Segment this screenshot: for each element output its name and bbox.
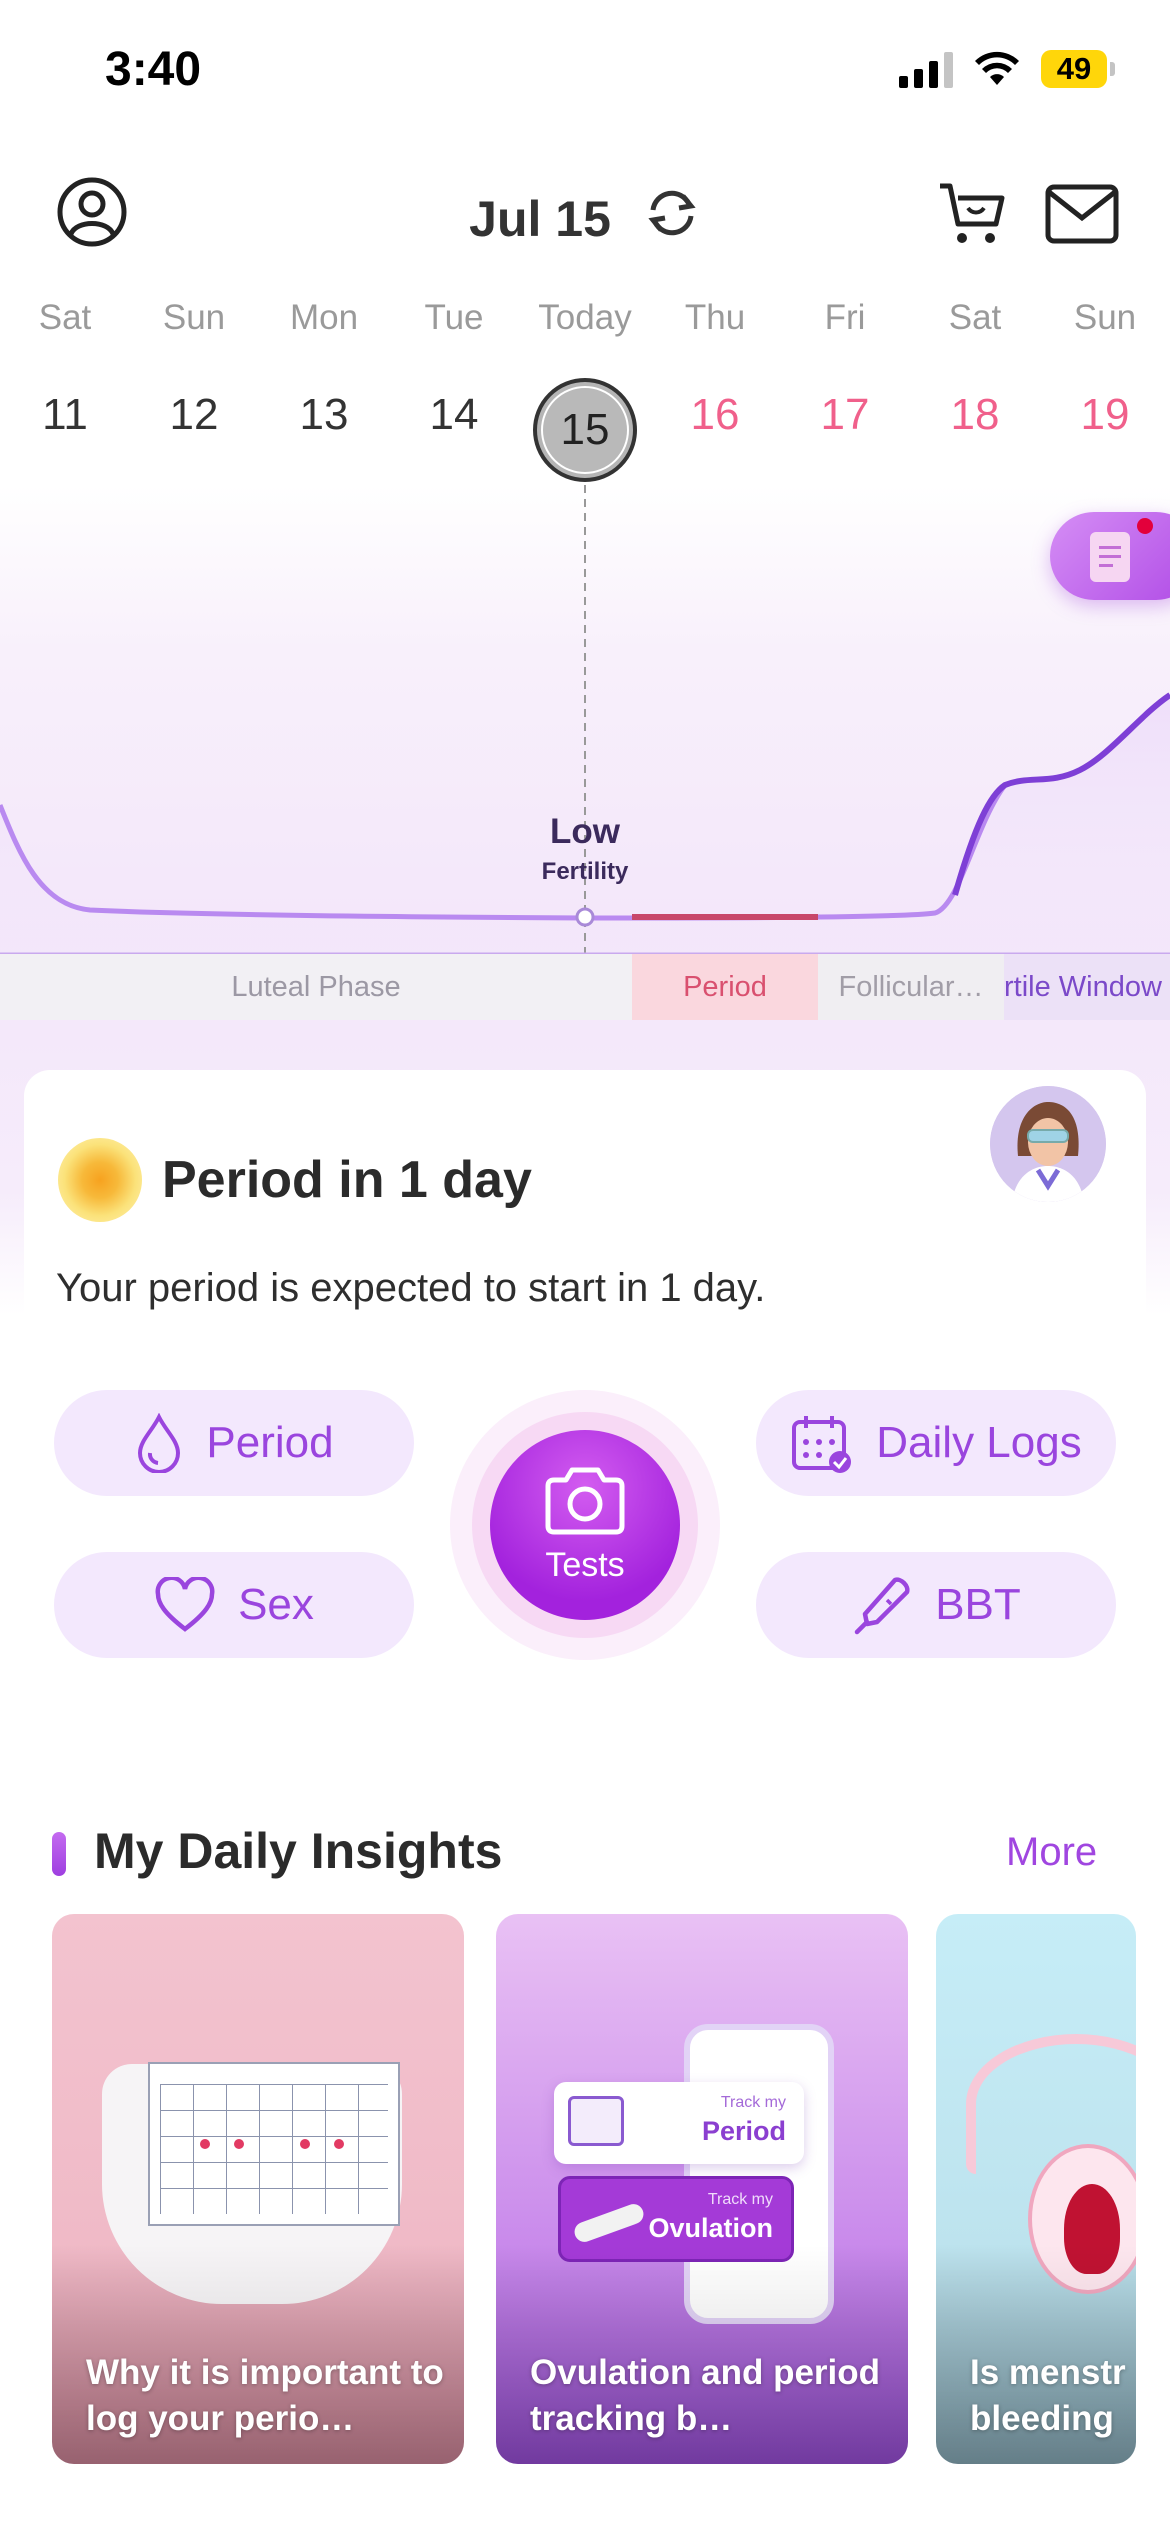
- day-number: 14: [429, 390, 479, 439]
- insight-tile[interactable]: Why it is important to log your perio…: [52, 1914, 464, 2464]
- today-date-circle[interactable]: 15: [533, 378, 637, 482]
- day-name: Today: [538, 298, 632, 337]
- today-point: [575, 907, 595, 927]
- insight-caption: Why it is important to log your perio…: [86, 2353, 444, 2438]
- phase-follicular: Follicular…: [818, 954, 1004, 1020]
- today-date-number: 15: [541, 386, 629, 474]
- insights-title: My Daily Insights: [94, 1823, 503, 1879]
- insight-caption-line1: Is menstr: [970, 2353, 1126, 2392]
- battery-level: 49: [1041, 50, 1107, 88]
- day-name: Fri: [824, 298, 866, 337]
- log-period-button[interactable]: Period: [54, 1390, 414, 1496]
- camera-icon: [545, 1467, 625, 1534]
- insight-tile[interactable]: Track my Period Track my Ovulation Ovula…: [496, 1914, 908, 2464]
- bbt-button[interactable]: BBT: [756, 1552, 1116, 1658]
- day-name: Thu: [684, 298, 746, 337]
- status-icons: 49: [899, 50, 1115, 88]
- status-time: 3:40: [105, 43, 202, 96]
- day-name: Sat: [38, 298, 92, 337]
- cart-icon[interactable]: [930, 172, 1014, 256]
- insights-accent-bar: [52, 1832, 66, 1876]
- thermometer-icon: [854, 1577, 910, 1635]
- day-name: Mon: [289, 298, 359, 337]
- tests-label: Tests: [545, 1545, 625, 1584]
- header: Jul 15: [0, 150, 1170, 280]
- fertility-curve-chart: [0, 485, 1170, 956]
- drop-icon: [138, 1413, 181, 1473]
- insight-tile[interactable]: Is menstr bleeding: [936, 1914, 1136, 2464]
- track-small-label: Track my: [707, 2191, 773, 2208]
- flower-icon: [58, 1138, 142, 1222]
- calendar-illustration: [148, 2062, 400, 2226]
- notification-dot: [1137, 518, 1153, 534]
- day-name: Sun: [162, 298, 226, 337]
- fertility-level-label: Low Fertility: [500, 812, 670, 886]
- day-number: 16: [690, 390, 740, 439]
- bbt-label: BBT: [935, 1580, 1021, 1629]
- fertility-level: Low: [550, 812, 620, 851]
- track-period-card: Track my Period: [554, 2082, 804, 2164]
- status-bar: 3:40 49: [0, 0, 1170, 150]
- day-name: Sat: [948, 298, 1002, 337]
- daily-logs-button[interactable]: Daily Logs: [756, 1390, 1116, 1496]
- day-number: 12: [169, 390, 219, 439]
- log-sex-button[interactable]: Sex: [54, 1552, 414, 1658]
- insight-caption: Ovulation and period tracking b…: [530, 2353, 881, 2438]
- fertility-caption: Fertility: [541, 858, 629, 885]
- day-number: 19: [1080, 390, 1130, 439]
- day-number: 11: [42, 390, 88, 439]
- phase-period: Period: [632, 954, 818, 1020]
- day-number: 13: [299, 390, 349, 439]
- tests-camera-button[interactable]: Tests: [490, 1430, 680, 1620]
- insight-caption: Is menstr bleeding: [970, 2350, 1126, 2442]
- daily-logs-label: Daily Logs: [876, 1418, 1082, 1467]
- day-name: Sun: [1073, 298, 1137, 337]
- document-icon: [1090, 532, 1130, 582]
- heart-icon: [155, 1577, 215, 1632]
- period-card-title: Period in 1 day: [162, 1151, 532, 1209]
- cellular-signal-icon: [899, 50, 953, 88]
- calendar-check-icon: [792, 1416, 852, 1473]
- phase-luteal: Luteal Phase: [0, 954, 632, 1020]
- sync-icon[interactable]: [643, 188, 701, 250]
- day-number: 17: [820, 390, 870, 439]
- battery-icon: 49: [1041, 50, 1115, 88]
- track-small-label: Track my: [720, 2094, 786, 2111]
- current-date: Jul 15: [469, 190, 611, 247]
- phase-fertile-window: rtile Window: [1004, 954, 1170, 1020]
- log-period-label: Period: [206, 1418, 334, 1467]
- period-card-subtitle: Your period is expected to start in 1 da…: [56, 1266, 766, 1310]
- log-sex-label: Sex: [238, 1580, 314, 1629]
- insights-more-link[interactable]: More: [1006, 1830, 1097, 1875]
- wifi-icon: [975, 51, 1019, 85]
- track-big-label: Period: [701, 2116, 786, 2146]
- day-name: Tue: [424, 298, 484, 337]
- track-big-label: Ovulation: [648, 2213, 773, 2243]
- day-number: 18: [950, 390, 1000, 439]
- insight-caption-line2: bleeding: [970, 2399, 1114, 2438]
- doctor-avatar[interactable]: [990, 1086, 1106, 1202]
- mail-icon[interactable]: [1040, 172, 1124, 256]
